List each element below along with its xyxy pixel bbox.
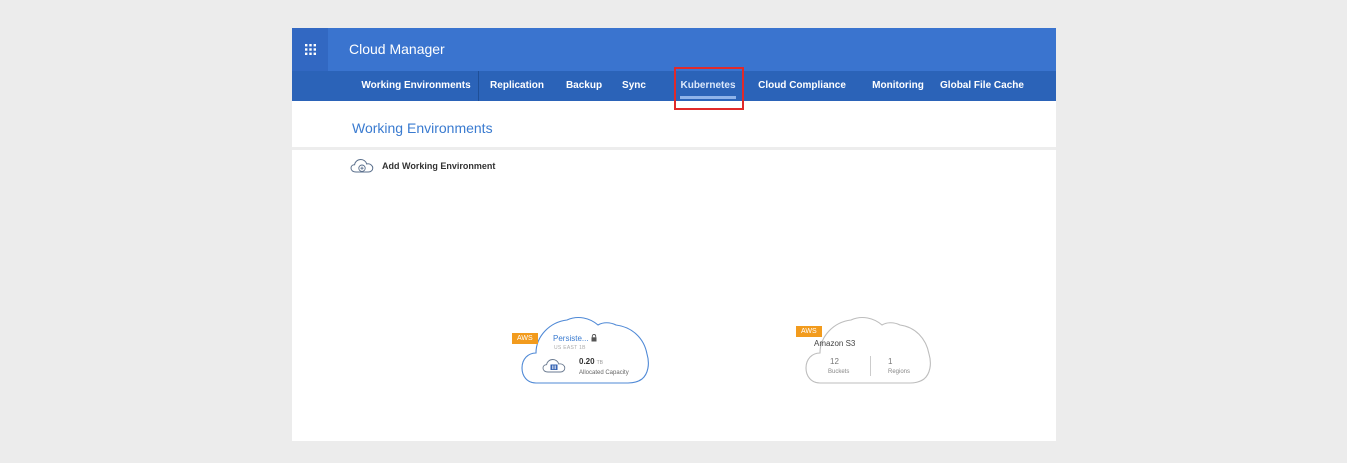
aws-badge: AWS bbox=[796, 326, 822, 337]
working-environment-card-amazon-s3[interactable]: AWS Amazon S3 12 Buckets 1 Regions bbox=[796, 316, 932, 386]
active-tab-indicator bbox=[680, 96, 736, 99]
tab-backup[interactable]: Backup bbox=[562, 71, 606, 101]
regions-count: 1 bbox=[888, 357, 893, 366]
capacity-unit: TB bbox=[596, 360, 603, 366]
add-working-environment-button[interactable]: Add Working Environment bbox=[350, 157, 495, 175]
lock-icon bbox=[591, 334, 597, 342]
cloud-shape bbox=[805, 316, 931, 384]
app-title: Cloud Manager bbox=[349, 41, 445, 57]
environment-region: US EAST 1B bbox=[554, 345, 586, 351]
tab-replication[interactable]: Replication bbox=[484, 71, 550, 101]
regions-label: Regions bbox=[888, 369, 911, 375]
grid-icon bbox=[304, 44, 316, 55]
aws-badge: AWS bbox=[512, 333, 538, 344]
allocated-capacity-value: 0.20 TB bbox=[579, 357, 603, 366]
allocated-capacity-label: Allocated Capacity bbox=[579, 370, 629, 376]
tab-cloud-compliance[interactable]: Cloud Compliance bbox=[758, 71, 846, 101]
app-grid-button[interactable] bbox=[292, 28, 328, 71]
tab-sync[interactable]: Sync bbox=[618, 71, 650, 101]
environment-name: Amazon S3 bbox=[814, 339, 856, 348]
cloud-add-icon bbox=[350, 158, 374, 173]
buckets-count: 12 bbox=[830, 357, 839, 366]
page-title: Working Environments bbox=[352, 120, 493, 136]
nav-separator bbox=[478, 71, 479, 101]
add-working-environment-label: Add Working Environment bbox=[382, 161, 496, 171]
environment-name: Persiste... bbox=[553, 334, 589, 343]
working-environment-card-persistent[interactable]: AWS Persiste... US EAST 1B 0.20 TB Alloca… bbox=[512, 316, 650, 386]
tab-working-environments[interactable]: Working Environments bbox=[354, 71, 478, 101]
tab-global-file-cache[interactable]: Global File Cache bbox=[934, 71, 1030, 101]
page-background: Cloud Manager Working Environments Repli… bbox=[0, 0, 1347, 463]
main-nav-bar: Working Environments Replication Backup … bbox=[292, 71, 1056, 101]
top-header-bar: Cloud Manager bbox=[292, 28, 1056, 71]
tab-monitoring[interactable]: Monitoring bbox=[868, 71, 928, 101]
stat-separator bbox=[870, 356, 871, 376]
storage-icon bbox=[542, 359, 566, 373]
buckets-label: Buckets bbox=[828, 369, 850, 375]
cloud-manager-window: Cloud Manager Working Environments Repli… bbox=[292, 28, 1056, 441]
section-divider bbox=[292, 147, 1056, 150]
